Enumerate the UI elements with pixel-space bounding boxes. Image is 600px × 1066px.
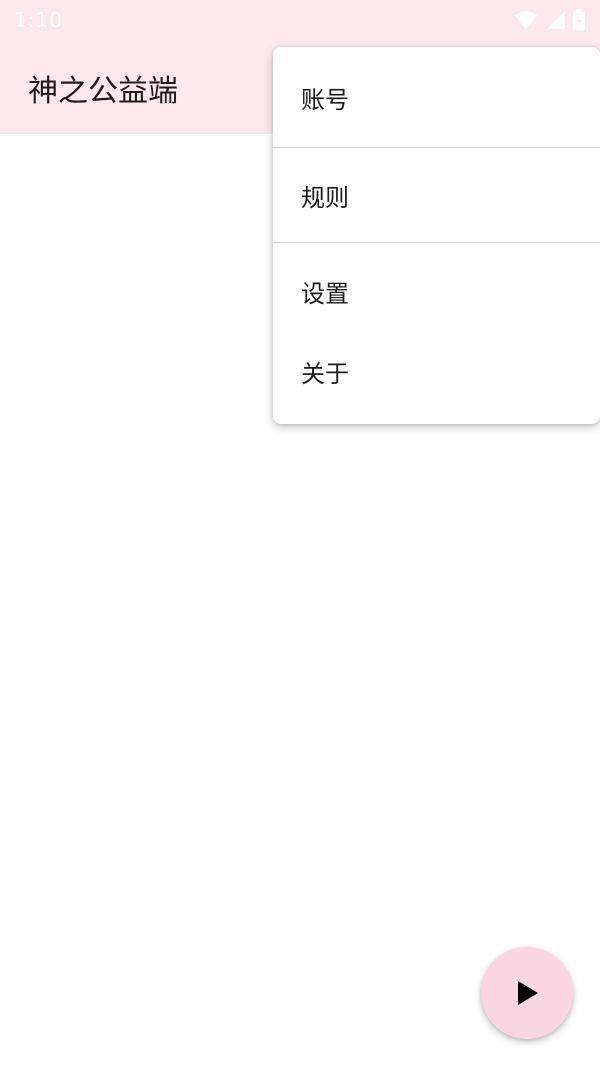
menu-divider — [273, 242, 600, 243]
menu-item-about[interactable]: 关于 — [273, 331, 600, 411]
status-bar: 1:10 — [0, 0, 600, 40]
wifi-icon — [514, 11, 538, 29]
app-title: 神之公益端 — [28, 74, 178, 109]
menu-item-label: 设置 — [301, 279, 349, 308]
play-button[interactable] — [481, 947, 573, 1039]
menu-item-label: 关于 — [301, 359, 349, 388]
menu-item-settings[interactable]: 设置 — [273, 251, 600, 331]
status-icons — [514, 9, 586, 31]
menu-item-label: 账号 — [301, 85, 349, 114]
status-time: 1:10 — [14, 8, 63, 32]
menu-item-account[interactable]: 账号 — [273, 47, 600, 147]
menu-item-label: 规则 — [301, 183, 349, 212]
signal-icon — [547, 11, 565, 29]
play-icon — [518, 981, 538, 1005]
overflow-menu: 账号 规则 设置 关于 — [273, 47, 600, 424]
menu-item-rules[interactable]: 规则 — [273, 148, 600, 242]
battery-icon — [573, 9, 585, 31]
